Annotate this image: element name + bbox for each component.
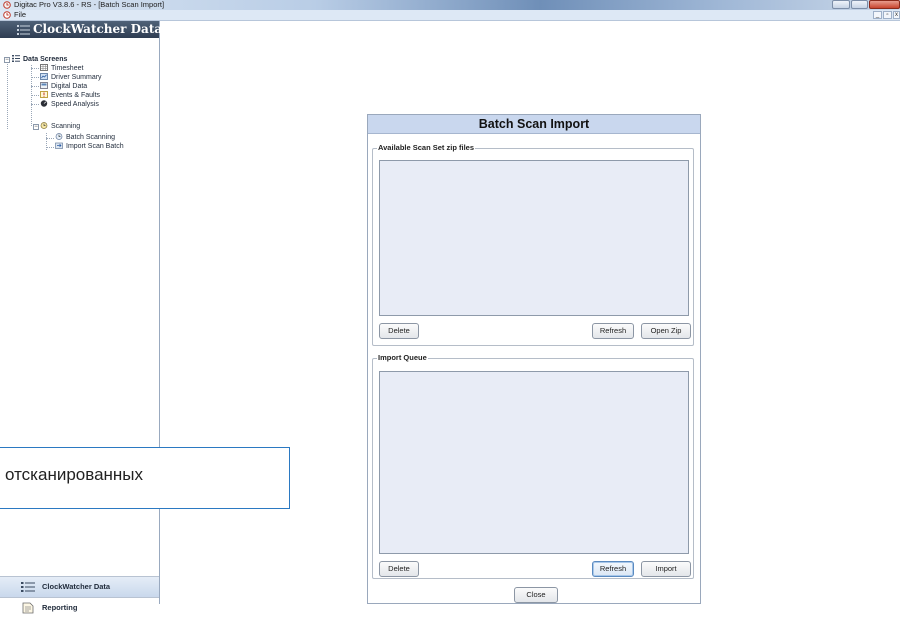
events-faults-icon xyxy=(40,91,48,98)
maximize-window-button[interactable] xyxy=(851,0,868,9)
left-navigation-panel: ClockWatcher Data − Data Screens Timeshe… xyxy=(0,21,163,618)
available-scan-set-group: Available Scan Set zip files Delete Refr… xyxy=(372,143,694,346)
available-scan-set-label: Available Scan Set zip files xyxy=(377,143,476,153)
tree-item-batch-scanning[interactable]: Batch Scanning xyxy=(55,133,115,142)
tree-item-timesheet[interactable]: Timesheet xyxy=(40,64,83,73)
mdi-restore-button[interactable]: ▫ xyxy=(883,11,892,19)
import-queue-group: Import Queue Delete Refresh Import xyxy=(372,353,694,579)
digital-data-icon xyxy=(40,82,48,89)
import-queue-label: Import Queue xyxy=(377,353,428,363)
driver-summary-icon xyxy=(40,73,48,80)
close-button[interactable]: Close xyxy=(514,587,558,603)
queue-delete-button[interactable]: Delete xyxy=(379,561,419,577)
import-button[interactable]: Import xyxy=(641,561,691,577)
file-menu[interactable]: File xyxy=(14,10,26,20)
tree-item-scanning[interactable]: Scanning xyxy=(40,122,80,131)
window-title: Digitac Pro V3.8.6 - RS - [Batch Scan Im… xyxy=(14,0,165,9)
batch-scan-import-dialog: Batch Scan Import Available Scan Set zip… xyxy=(367,114,701,604)
import-scan-batch-icon xyxy=(55,142,63,149)
tree-item-digital-data[interactable]: Digital Data xyxy=(40,82,87,91)
tree-item-data-screens[interactable]: Data Screens xyxy=(12,55,67,64)
mdi-close-button[interactable]: x xyxy=(893,11,900,19)
app-icon xyxy=(3,1,11,9)
tree-item-events-faults[interactable]: Events & Faults xyxy=(40,91,100,100)
dialog-title: Batch Scan Import xyxy=(368,115,700,134)
callout-box: отсканированных xyxy=(0,447,290,509)
available-delete-button[interactable]: Delete xyxy=(379,323,419,339)
available-zip-files-list[interactable] xyxy=(379,160,689,316)
nav-reporting[interactable]: Reporting xyxy=(0,597,159,618)
window-title-bar: Digitac Pro V3.8.6 - RS - [Batch Scan Im… xyxy=(0,0,900,10)
import-queue-list[interactable] xyxy=(379,371,689,554)
data-screens-expander[interactable]: − xyxy=(4,57,10,63)
batch-scanning-icon xyxy=(55,133,63,140)
speed-analysis-icon xyxy=(40,100,48,107)
mdi-minimize-button[interactable]: _ xyxy=(873,11,882,19)
scanning-icon xyxy=(40,122,48,129)
file-menu-icon xyxy=(3,11,11,19)
tree-item-import-scan-batch[interactable]: Import Scan Batch xyxy=(55,142,124,151)
panel-header-title: ClockWatcher Data xyxy=(33,22,163,36)
queue-refresh-button[interactable]: Refresh xyxy=(592,561,634,577)
nav-clockwatcher-data[interactable]: ClockWatcher Data xyxy=(0,576,159,597)
panel-header: ClockWatcher Data xyxy=(0,21,163,38)
open-zip-button[interactable]: Open Zip xyxy=(641,323,691,339)
scanning-expander[interactable]: − xyxy=(33,124,39,130)
tree-item-speed-analysis[interactable]: Speed Analysis xyxy=(40,100,99,109)
tree-item-driver-summary[interactable]: Driver Summary xyxy=(40,73,102,82)
menu-bar: File _ ▫ x xyxy=(0,10,900,21)
clockwatcher-header-icon xyxy=(17,25,30,35)
timesheet-icon xyxy=(40,64,48,71)
callout-text: отсканированных xyxy=(5,465,144,484)
available-refresh-button[interactable]: Refresh xyxy=(592,323,634,339)
clockwatcher-nav-icon xyxy=(21,582,35,592)
minimize-window-button[interactable] xyxy=(832,0,850,9)
data-screens-icon xyxy=(12,55,20,62)
close-window-button[interactable] xyxy=(869,0,900,9)
